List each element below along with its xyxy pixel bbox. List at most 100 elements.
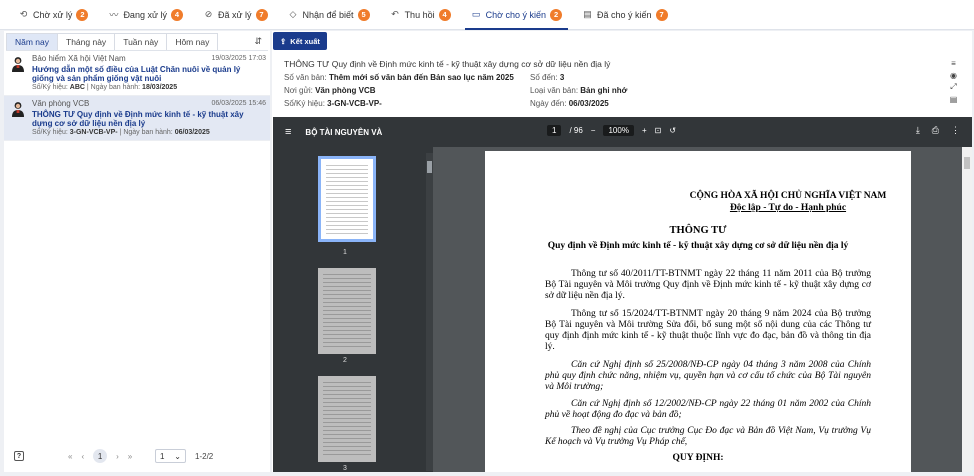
period-tab-today[interactable]: Hôm nay [166,33,219,50]
comment-icon: ▭ [471,9,481,19]
check-circle-icon: ⊘ [204,9,213,19]
field-value: 3-GN-VCB-VP- [327,99,382,108]
sort-icon[interactable]: ⇵ [254,36,262,47]
tab-nhan-de-biet[interactable]: ◇ Nhận để biết 5 [278,0,380,30]
issued-label: Ngày ban hành: [123,129,173,136]
paragraph: Căn cứ Nghị định số 12/2002/NĐ-CP ngày 2… [545,399,871,420]
field-so-van-ban: Số văn bản: Thêm mới số văn bản đến Bản … [284,73,530,82]
record-count: 1-2/2 [195,451,214,461]
motto: Độc lập - Tự do - Hạnh phúc [729,203,847,213]
tab-label: Chờ xử lý [33,9,73,20]
page-thumbnail[interactable] [318,156,376,242]
code-label: Số/Ký hiệu: [32,84,68,91]
page-total: / 96 [569,126,583,135]
field-loai-van-ban: Loại văn bản: Bản ghi nhớ [530,86,830,95]
chevron-down-icon: ⌄ [174,451,181,461]
count-badge: 2 [76,8,89,21]
avatar [11,101,25,117]
paragraph: Theo đề nghị của Cục trưởng Cục Đo đạc v… [545,426,871,447]
count-badge: 4 [170,8,183,21]
list-icon[interactable]: ▤ [949,95,958,104]
export-label: Kết xuất [290,36,320,46]
menu-icon[interactable]: ≡ [949,59,958,68]
tab-da-cho-y-kien[interactable]: ▤ Đã cho ý kiến 7 [572,0,678,30]
field-noi-gui: Nơi gửi: Văn phòng VCB [284,86,530,95]
expand-icon[interactable]: ⤢ [949,82,958,91]
period-tab-month[interactable]: Tháng này [57,33,116,50]
download-icon[interactable]: ⤓ [916,125,920,136]
received-date: 19/03/2025 17:03 [211,55,267,62]
page-thumbnail[interactable] [318,268,376,354]
page-nav: « ‹ 1 › » [68,449,132,463]
zoom-in-icon[interactable]: + [642,126,647,135]
field-ky-hieu: Số/Ký hiệu: 3-GN-VCB-VP- [284,99,530,108]
field-so-den: Số đến: 3 [530,73,830,82]
document-type: THÔNG TƯ [669,225,727,236]
thumbnail-label: 1 [343,249,347,256]
page-number-input[interactable]: 1 [547,125,562,136]
republic-heading: CỘNG HÒA XÃ HỘI CHỦ NGHĨA VIỆT NAM [689,191,887,201]
thumbnail-sidebar: 1 2 3 [273,147,433,472]
last-page-icon[interactable]: » [128,452,132,461]
issued-value: 06/03/2025 [174,129,210,136]
tab-cho-cho-y-kien[interactable]: ▭ Chờ cho ý kiến 2 [461,0,572,30]
list-item[interactable]: Văn phòng VCB 06/03/2025 15:46 THÔNG TƯ … [4,96,270,141]
hamburger-icon[interactable]: ≡ [285,126,291,138]
zoom-out-icon[interactable]: − [591,126,596,135]
tab-label: Đã cho ý kiến [597,9,652,20]
next-page-icon[interactable]: › [116,452,119,461]
thumbnail-scrollbar[interactable] [426,153,433,471]
pdf-filename: BỘ TÀI NGUYÊN VÀ [305,127,383,137]
tab-label: Đã xử lý [217,9,252,20]
print-icon[interactable]: ⎙ [932,125,939,136]
document-subject: Quy định về Định mức kinh tế - kỹ thuật … [547,241,849,251]
avatar [11,56,25,72]
page-size-select[interactable]: 1 ⌄ [155,449,186,463]
code-value: 3-GN-VCB-VP- [69,129,118,136]
tab-label: Chờ cho ý kiến [485,9,547,20]
thumbnail-label: 3 [343,465,347,472]
pdf-viewer: ≡ BỘ TÀI NGUYÊN VÀ 1 / 96 − 100% + ⊡ ↺ ⤓… [273,117,972,472]
message-icon: ▤ [583,9,592,19]
list-item[interactable]: Bảo hiểm Xã hội Việt Nam 19/03/2025 17:0… [4,51,270,96]
document-meta: Số/Ký hiệu: 3-GN-VCB-VP- | Ngày ban hành… [32,129,210,136]
thumbnail-label: 2 [343,357,347,364]
pdf-page: CỘNG HÒA XÃ HỘI CHỦ NGHĨA VIỆT NAM Độc l… [485,151,911,472]
field-ngay-den: Ngày đến: 06/03/2025 [530,99,830,108]
paragraph: Thông tư số 15/2024/TT-BTNMT ngày 20 thá… [545,309,871,352]
tab-da-xu-ly[interactable]: ⊘ Đã xử lý 7 [193,0,278,30]
pdf-toolbar: ≡ BỘ TÀI NGUYÊN VÀ 1 / 96 − 100% + ⊡ ↺ ⤓… [273,117,972,147]
tab-cho-xu-ly[interactable]: ⟲ Chờ xử lý 2 [8,0,98,30]
export-button[interactable]: ⇪ Kết xuất [273,32,327,50]
rotate-icon[interactable]: ↺ [669,126,676,135]
time-icon: ⟲ [19,9,28,19]
page-thumbnail[interactable] [318,376,376,462]
detail-title: THÔNG TƯ Quy định về Định mức kinh tế - … [284,59,611,69]
document-info: THÔNG TƯ Quy định về Định mức kinh tế - … [284,59,944,108]
field-label: Số/Ký hiệu: [284,99,325,108]
help-icon[interactable]: ? [14,451,24,461]
fit-page-icon[interactable]: ⊡ [655,126,662,135]
page-scrollbar[interactable] [962,147,972,472]
more-vert-icon[interactable]: ⋮ [951,125,960,136]
paragraph: Căn cứ Nghị định số 25/2008/NĐ-CP ngày 0… [545,360,871,392]
code-value: ABC [69,84,85,91]
period-tab-year[interactable]: Năm nay [6,33,59,50]
document-title: Hướng dẫn một số điều của Luật Chăn nuôi… [32,65,241,83]
prev-page-icon[interactable]: ‹ [81,452,84,461]
zoom-level[interactable]: 100% [603,125,634,136]
field-value: 3 [559,73,565,82]
eye-icon[interactable]: ◉ [949,71,958,80]
tab-dang-xu-ly[interactable]: 〰 Đang xử lý 4 [98,0,193,30]
tab-thu-hoi[interactable]: ↶ Thu hồi 4 [380,0,461,30]
trend-icon: 〰 [109,10,119,20]
status-tabs: ⟲ Chờ xử lý 2 〰 Đang xử lý 4 ⊘ Đã xử lý 7 ◇ Nhậ… [0,0,974,30]
paragraph: Thông tư số 40/2011/TT-BTNMT ngày 22 thá… [545,269,871,301]
current-page[interactable]: 1 [93,449,108,463]
detail-actions: ≡ ◉ ⤢ ▤ [949,59,958,104]
undo-icon: ↶ [391,9,399,19]
period-tab-week[interactable]: Tuần này [114,33,168,50]
field-value: Bản ghi nhớ [580,86,628,95]
first-page-icon[interactable]: « [68,452,72,461]
received-date: 06/03/2025 15:46 [211,100,267,107]
